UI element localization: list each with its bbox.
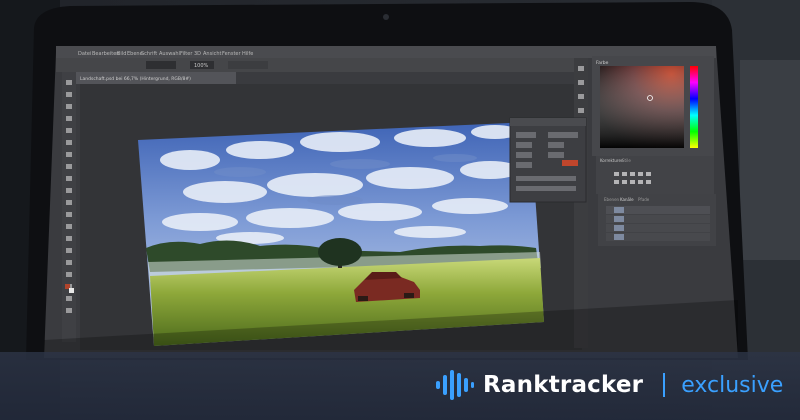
brand-name: Ranktracker: [483, 372, 644, 398]
quick-select-tool-icon[interactable]: [66, 116, 72, 121]
photo-filter-icon[interactable]: [638, 180, 643, 184]
options-mode-select[interactable]: [146, 61, 176, 69]
menu-item[interactable]: Schrift: [141, 51, 157, 57]
menu-items: Datei Bearbeiten Bild Ebene Schrift Ausw…: [78, 51, 253, 57]
channel-mixer-icon[interactable]: [646, 180, 651, 184]
room-right-object: [740, 60, 800, 260]
move-tool-icon[interactable]: [66, 80, 72, 85]
paragraph-panel-icon[interactable]: [578, 108, 584, 113]
font-family-field[interactable]: [516, 132, 536, 138]
channels-panel-tab[interactable]: Kanäle: [620, 197, 634, 202]
color-balance-icon[interactable]: [622, 180, 627, 184]
healing-tool-icon[interactable]: [66, 152, 72, 157]
photo-scene: Datei Bearbeiten Bild Ebene Schrift Ausw…: [0, 0, 800, 420]
exposure-icon[interactable]: [638, 172, 643, 176]
marquee-tool-icon[interactable]: [66, 92, 72, 97]
document-tab-label: Landschaft.psd bei 66,7% (Hintergrund, R…: [80, 76, 191, 82]
landscape-image: [138, 122, 544, 346]
zoom-tool-icon[interactable]: [66, 308, 72, 313]
webcam: [383, 14, 389, 20]
levels-icon[interactable]: [622, 172, 627, 176]
menu-item[interactable]: Filter: [180, 51, 193, 57]
layer-thumbnail: [614, 225, 624, 231]
text-color-swatch[interactable]: [562, 160, 578, 166]
ranktracker-logo-icon: [436, 370, 474, 400]
panel-icon-strip: [574, 58, 588, 348]
tools-panel: [62, 72, 76, 342]
color-panel-tab[interactable]: Farbe: [596, 60, 609, 66]
layer-thumbnail: [614, 216, 624, 222]
kerning-field[interactable]: [516, 152, 532, 158]
hue-slider[interactable]: [690, 66, 698, 148]
history-panel-icon[interactable]: [578, 66, 584, 71]
menu-item[interactable]: Bild: [117, 51, 126, 57]
brand-logo-row: Ranktracker exclusive: [436, 366, 783, 404]
style-buttons[interactable]: [516, 176, 576, 181]
menu-item[interactable]: Hilfe: [242, 51, 253, 57]
exclusive-tag: exclusive: [681, 372, 784, 398]
path-select-tool-icon[interactable]: [66, 272, 72, 277]
color-picker-shade: [600, 66, 684, 148]
menu-item[interactable]: Datei: [78, 51, 91, 57]
tracking-field[interactable]: [548, 152, 564, 158]
type-tool-icon[interactable]: [66, 260, 72, 265]
lasso-tool-icon[interactable]: [66, 104, 72, 109]
history-brush-tool-icon[interactable]: [66, 188, 72, 193]
background-color-swatch[interactable]: [69, 288, 74, 293]
adjustments-panel-tab[interactable]: Korrekturen: [600, 158, 624, 163]
leading-field[interactable]: [548, 142, 564, 148]
layer-thumbnail: [614, 207, 624, 213]
paths-panel-tab[interactable]: Pfade: [638, 197, 650, 202]
hand-tool-icon[interactable]: [66, 296, 72, 301]
eraser-tool-icon[interactable]: [66, 200, 72, 205]
menu-item[interactable]: Fenster: [222, 51, 241, 57]
brush-tool-icon[interactable]: [66, 164, 72, 169]
layer-thumbnail: [614, 234, 624, 240]
properties-panel-header[interactable]: [510, 118, 586, 126]
styles-panel-tab[interactable]: Stile: [622, 158, 631, 163]
scale-field[interactable]: [516, 162, 532, 168]
opentype-buttons[interactable]: [516, 186, 576, 191]
tree-crown: [318, 238, 362, 266]
crop-tool-icon[interactable]: [66, 128, 72, 133]
brightness-icon[interactable]: [614, 172, 619, 176]
curves-icon[interactable]: [630, 172, 635, 176]
menu-item[interactable]: 3D: [194, 51, 201, 57]
properties-panel-icon[interactable]: [578, 80, 584, 85]
vibrance-icon[interactable]: [646, 172, 651, 176]
options-bar: [56, 58, 576, 72]
black-white-icon[interactable]: [630, 180, 635, 184]
menu-item[interactable]: Bearbeiten: [92, 51, 119, 57]
menu-item[interactable]: Auswahl: [159, 51, 180, 57]
hue-sat-icon[interactable]: [614, 180, 619, 184]
options-checkbox-group[interactable]: [228, 61, 268, 69]
pen-tool-icon[interactable]: [66, 248, 72, 253]
font-size-field[interactable]: [516, 142, 532, 148]
eyedropper-tool-icon[interactable]: [66, 140, 72, 145]
menu-item[interactable]: Ansicht: [203, 51, 222, 57]
options-zoom-value: 100%: [194, 63, 209, 69]
brand-separator: [663, 373, 666, 397]
font-style-field[interactable]: [548, 132, 578, 138]
dodge-tool-icon[interactable]: [66, 236, 72, 241]
stamp-tool-icon[interactable]: [66, 176, 72, 181]
blur-tool-icon[interactable]: [66, 224, 72, 229]
gradient-tool-icon[interactable]: [66, 212, 72, 217]
layers-panel-tab[interactable]: Ebenen: [604, 197, 620, 202]
character-panel-icon[interactable]: [578, 94, 584, 99]
